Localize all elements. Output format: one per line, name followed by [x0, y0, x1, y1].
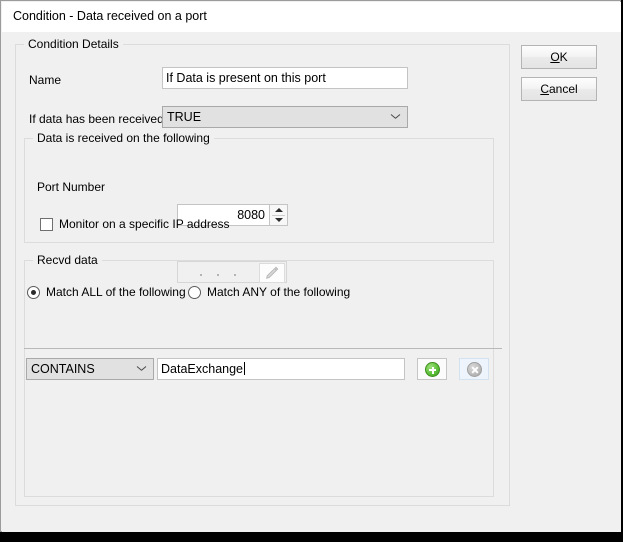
- port-number-label: Port Number: [37, 180, 106, 194]
- port-number-spin-buttons[interactable]: [270, 204, 288, 226]
- match-any-radio[interactable]: [188, 286, 201, 299]
- dialog-client-area: Condition Details Name If Data is presen…: [2, 32, 621, 532]
- rule-value-input[interactable]: DataExchange: [157, 358, 405, 380]
- name-input[interactable]: If Data is present on this port: [162, 67, 408, 89]
- rule-operator-value: CONTAINS: [31, 362, 95, 376]
- match-all-label: Match ALL of the following: [46, 285, 186, 299]
- rule-value-text: DataExchange: [161, 362, 244, 376]
- match-all-radio[interactable]: [27, 286, 40, 299]
- ok-label-rest: K: [559, 50, 568, 64]
- chevron-down-icon: [391, 114, 400, 120]
- section-divider: [24, 348, 502, 349]
- delete-rule-button: [459, 358, 489, 380]
- match-any-label: Match ANY of the following: [207, 285, 351, 299]
- name-label: Name: [29, 73, 62, 87]
- monitor-ip-checkbox[interactable]: [40, 218, 53, 231]
- if-data-received-select[interactable]: TRUE: [162, 106, 408, 128]
- ok-button[interactable]: OK: [521, 45, 597, 69]
- condition-details-legend: Condition Details: [24, 37, 123, 51]
- close-icon: [467, 362, 482, 377]
- spin-up-button[interactable]: [270, 205, 286, 215]
- condition-details-group: Condition Details Name If Data is presen…: [15, 37, 510, 506]
- ok-mnemonic: O: [550, 50, 560, 64]
- cancel-label-rest: ancel: [548, 82, 578, 96]
- port-settings-legend: Data is received on the following: [33, 131, 214, 145]
- triangle-down-icon: [275, 218, 283, 222]
- cancel-button[interactable]: Cancel: [521, 77, 597, 101]
- spin-down-button[interactable]: [270, 215, 286, 225]
- plus-icon: [425, 362, 440, 377]
- chevron-down-icon: [137, 366, 146, 372]
- monitor-ip-label: Monitor on a specific IP address: [59, 217, 230, 231]
- title-bar: Condition - Data received on a port: [2, 2, 621, 32]
- cancel-mnemonic: C: [540, 82, 549, 96]
- dialog-window: Condition - Data received on a port Cond…: [0, 0, 621, 532]
- recvd-data-legend: Recvd data: [33, 253, 102, 267]
- window-title: Condition - Data received on a port: [13, 9, 207, 23]
- text-caret: [244, 362, 246, 375]
- if-data-received-label: If data has been received: [29, 112, 164, 126]
- if-data-received-value: TRUE: [167, 110, 202, 124]
- rule-operator-select[interactable]: CONTAINS: [26, 358, 154, 380]
- add-rule-button[interactable]: [417, 358, 447, 380]
- triangle-up-icon: [275, 208, 283, 212]
